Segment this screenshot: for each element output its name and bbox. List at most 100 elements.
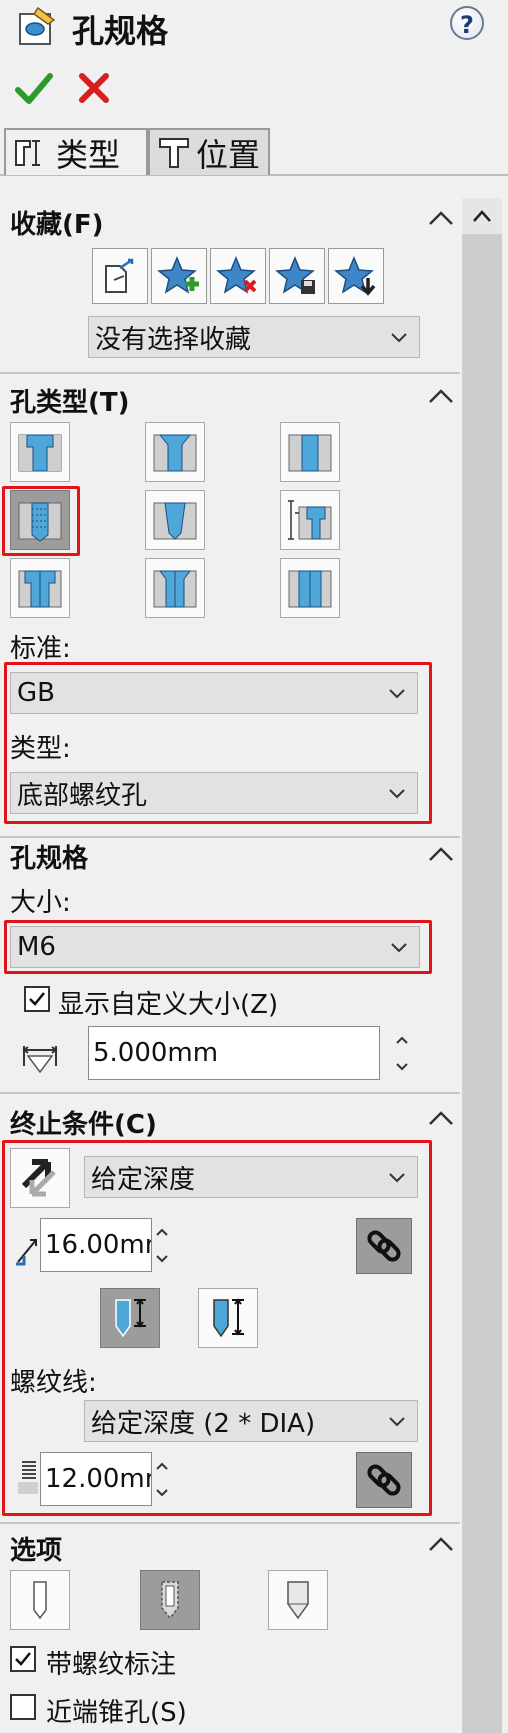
countersink-slot-button[interactable] (145, 558, 205, 618)
depth-value: 16.00mm (45, 1230, 151, 1260)
end-condition-select[interactable]: 给定深度 (84, 1156, 418, 1198)
tab-position[interactable]: 位置 (148, 128, 270, 175)
hole-spec-title: 孔规格 (10, 844, 89, 874)
counterbore-slot-button[interactable] (10, 558, 70, 618)
legacy-hole-button[interactable] (280, 490, 340, 550)
options-collapse-button[interactable] (424, 1532, 458, 1560)
end-condition-title: 终止条件(C) (10, 1110, 157, 1140)
near-countersink-checkbox[interactable] (10, 1694, 36, 1720)
reverse-direction-icon (21, 1159, 56, 1197)
hole-type-tab-icon (15, 139, 40, 166)
add-favorite-button[interactable] (151, 248, 207, 304)
hole-spec-collapse-button[interactable] (424, 842, 458, 870)
delete-favorite-icon (216, 256, 257, 294)
tapped-hole-button[interactable] (10, 490, 70, 550)
custom-diameter-input[interactable]: 5.000mm (88, 1026, 380, 1080)
shoulder-depth-icon (213, 1298, 244, 1338)
link-icon (367, 1230, 401, 1262)
load-favorite-button[interactable] (328, 248, 384, 304)
hole-position-tab-icon (159, 137, 189, 168)
thread-depth-input[interactable]: 12.00mm (40, 1452, 152, 1506)
standard-select-value: GB (17, 678, 55, 708)
depth-spinner[interactable] (152, 1218, 172, 1272)
chevron-up-icon (429, 1537, 453, 1551)
save-favorite-button[interactable] (269, 248, 325, 304)
shoulder-depth-button[interactable] (198, 1288, 258, 1348)
chevron-down-icon (389, 689, 405, 699)
hole-type-collapse-button[interactable] (424, 384, 458, 412)
favorites-title: 收藏(F) (10, 210, 104, 240)
show-custom-size-checkbox[interactable] (24, 986, 50, 1012)
chevron-down-icon (396, 1062, 408, 1070)
favorites-collapse-button[interactable] (424, 206, 458, 234)
reverse-direction-button[interactable] (10, 1148, 70, 1208)
checkmark-icon (15, 1652, 31, 1666)
delete-favorite-button[interactable] (210, 248, 266, 304)
chevron-down-icon (156, 1488, 168, 1496)
depth-input[interactable]: 16.00mm (40, 1218, 152, 1272)
tapped-hole-icon (18, 502, 62, 542)
countersink-button[interactable] (145, 422, 205, 482)
help-button[interactable]: ? (450, 6, 484, 40)
custom-diameter-spinner[interactable] (392, 1026, 412, 1080)
tab-position-label: 位置 (196, 135, 261, 174)
favorites-select[interactable]: 没有选择收藏 (88, 316, 420, 358)
standard-select[interactable]: GB (10, 672, 418, 714)
options-title: 选项 (10, 1536, 63, 1566)
thread-cosmetic-button[interactable] (10, 1570, 70, 1630)
link-depth-button[interactable] (356, 1218, 412, 1274)
chevron-down-icon (389, 1417, 405, 1427)
slot-button[interactable] (280, 558, 340, 618)
chevron-up-icon (473, 210, 491, 222)
counterbore-button[interactable] (10, 422, 70, 482)
page-title: 孔规格 (72, 12, 169, 50)
chevron-down-icon (391, 943, 407, 953)
size-select[interactable]: M6 (10, 926, 420, 968)
type-select-value: 底部螺纹孔 (17, 780, 148, 811)
hole-type-title: 孔类型(T) (10, 388, 130, 418)
countersink-slot-icon (153, 570, 197, 608)
cosmetic-thread-icon (33, 1581, 47, 1620)
ok-button[interactable] (14, 68, 54, 108)
tab-type[interactable]: 类型 (4, 128, 148, 175)
scrollbar[interactable] (462, 198, 502, 1733)
end-condition-collapse-button[interactable] (424, 1106, 458, 1134)
thread-depth-spinner[interactable] (152, 1452, 172, 1506)
drill-depth-button[interactable] (100, 1288, 160, 1348)
tab-type-label: 类型 (56, 135, 121, 174)
thread-condition-select[interactable]: 给定深度 (2 * DIA) (84, 1400, 418, 1442)
remove-thread-button[interactable] (140, 1570, 200, 1630)
standard-label: 标准: (10, 634, 71, 664)
chevron-down-icon (391, 333, 407, 343)
thread-label: 螺纹线: (10, 1368, 97, 1398)
thread-annotation-label: 带螺纹标注 (46, 1650, 177, 1680)
thread-option-icon (161, 1581, 179, 1620)
countersink-hole-icon (153, 434, 197, 472)
link-thread-depth-button[interactable] (356, 1452, 412, 1508)
checkmark-icon (15, 73, 53, 104)
thread-condition-value: 给定深度 (2 * DIA) (91, 1408, 316, 1439)
chevron-up-icon (156, 1228, 168, 1236)
chevron-up-icon (396, 1036, 408, 1044)
cancel-button[interactable] (74, 68, 114, 108)
legacy-hole-icon (288, 500, 332, 540)
near-countersink-label: 近端锥孔(S) (46, 1698, 187, 1728)
simple-hole-icon (288, 434, 332, 472)
chevron-up-icon (429, 1111, 453, 1125)
thread-solid-button[interactable] (268, 1570, 328, 1630)
scroll-up-button[interactable] (462, 198, 502, 234)
size-label: 大小: (10, 888, 71, 918)
thread-annotation-checkbox[interactable] (10, 1646, 36, 1672)
pipe-tap-button[interactable] (145, 490, 205, 550)
favorites-select-value: 没有选择收藏 (95, 324, 252, 355)
slot-hole-icon (288, 570, 332, 608)
chevron-up-icon (156, 1462, 168, 1470)
simple-hole-button[interactable] (280, 422, 340, 482)
type-select[interactable]: 底部螺纹孔 (10, 772, 418, 814)
show-custom-size-label: 显示自定义大小(Z) (58, 990, 279, 1020)
section-divider (0, 372, 460, 374)
add-favorite-icon (157, 256, 199, 294)
apply-defaults-button[interactable] (92, 248, 148, 304)
load-favorite-icon (334, 256, 376, 296)
thread-depth-value: 12.00mm (45, 1464, 151, 1494)
